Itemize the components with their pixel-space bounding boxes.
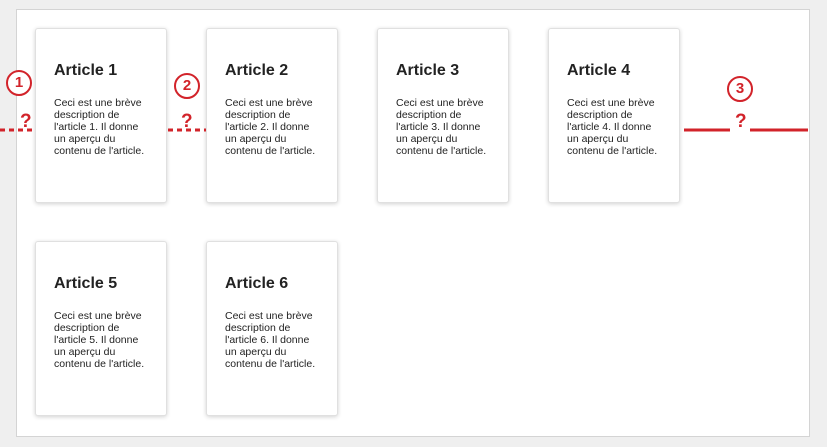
annotation-question-3: ? [735, 111, 747, 132]
annotation-badge-2: 2 [174, 73, 200, 99]
annotation-question-2: ? [181, 111, 193, 132]
annotation-question-1: ? [20, 111, 32, 132]
gap-annotations [0, 128, 808, 132]
annotation-badge-1: 1 [6, 70, 32, 96]
annotation-badge-3: 3 [727, 76, 753, 102]
